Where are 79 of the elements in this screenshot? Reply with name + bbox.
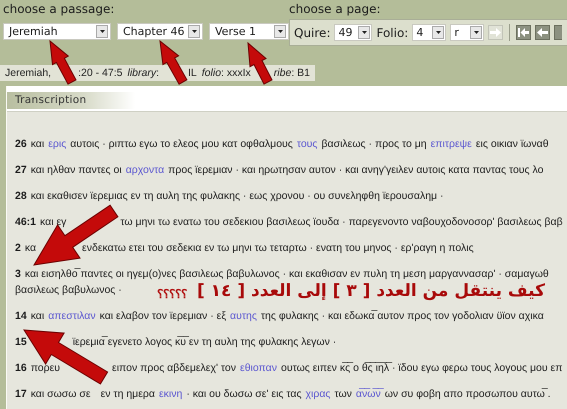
variant-word: επιτρεψε	[430, 137, 472, 152]
verse-number: 46:1	[15, 215, 36, 230]
first-page-icon	[518, 28, 530, 37]
caption-text: كيف ينتقل من العدد [ ٣ ] إلى العدد [ ١٤ ]	[196, 283, 545, 300]
info-label: ribe	[274, 67, 292, 79]
verse-number: 3	[15, 267, 21, 282]
arrow	[159, 40, 188, 85]
verse-text: και εγ	[40, 215, 66, 230]
verse-text: της φυλακης · και εδωκα̅ αυτον προς τον γοδολιαν ϋϊον αχικα	[260, 309, 544, 324]
verse-text: εν τη ημερα	[100, 387, 155, 402]
verse-number: 17	[15, 387, 27, 402]
verse-text: εις οικιαν ϊωναθ	[476, 137, 549, 152]
verse-text: και	[30, 309, 44, 324]
verse-text: και ελαβον τον ϊερεμιαν · εξ	[100, 309, 226, 324]
verse-text: προς ϊερεμιαν · και ηρωτησαν αυτον · και ανηγ'γειλεν αυτοις κατα παντας τους λο	[168, 163, 544, 178]
verse-text: τω μηνι τω ενατω του σεδεκιου βασιλεως ϊουδα · παρεγενοντο ναβουχοδονοσορ' βασιλεως βαβ	[120, 215, 563, 230]
variant-word: εθιοπαν	[240, 361, 277, 376]
verse-number: 27	[15, 163, 27, 178]
info-text: : B1	[291, 67, 310, 79]
verse-text: · και ου δωσω σε' εις τας	[186, 387, 302, 402]
arrow	[49, 40, 77, 85]
info-text: :20 - 47:5	[78, 67, 122, 79]
arrow-left-icon	[537, 28, 548, 37]
caret-icon	[100, 30, 104, 33]
verse-text: βασιλεως · προς το μη	[322, 137, 427, 152]
dropdown[interactable]: Jeremiah	[3, 23, 111, 40]
verse-text: και εισηλθο̅ παντες οι ηγεμ(ο)νες βασιλεως βαβυλωνος · και εκαθισαν εν πυλη τη μεση μαργαννασαρ' · σαμαγωθ	[24, 267, 549, 282]
caret-icon	[362, 31, 367, 34]
first-page-button[interactable]	[516, 25, 532, 40]
dropdown[interactable]: 49	[334, 24, 372, 41]
caret-icon	[436, 31, 441, 34]
arrow-right-icon	[490, 28, 502, 37]
variant-word: ερις	[48, 137, 66, 152]
verse-text: πορευ	[30, 361, 60, 376]
field-label: Quire:	[294, 26, 330, 40]
info-label: library	[127, 67, 156, 79]
dropdown[interactable]: Chapter 46	[117, 23, 203, 40]
dropdown[interactable]: Verse 1	[209, 23, 289, 40]
verse-text: των	[334, 387, 352, 402]
field-label: Folio:	[376, 26, 408, 40]
verse-text: ουτως ειπεν κ̅ς̅ ο θ̅ς̅ ι̅η̅λ̅ · ϊδου εγω φερω τους λογους μου επ	[280, 361, 562, 376]
info-label: folio	[202, 67, 222, 79]
verse-text: ων συ φοβη απο προσωπου αυτω̅ .	[384, 387, 551, 402]
variant-word: χιρας	[306, 387, 330, 402]
verse-text: και	[30, 137, 44, 152]
verse-text: και εκαθισεν ϊερεμιας εν τη αυλη της φυλακης · εως χρονου · ου συνεληφθη ϊερουσαλημ ·	[30, 189, 444, 204]
verse-number: 15	[15, 335, 27, 350]
caret-icon	[278, 30, 282, 33]
variant-word: απεστιλαν	[48, 309, 96, 324]
verse-text: ενδεκατω ετει του σεδεκια εν τω μηνι τω τεταρτω · ενατη του μηνος · ερ'ραγη η πολις	[82, 241, 474, 256]
verse-text: και ηλθαν παντες οι	[30, 163, 122, 178]
section-label: choose a passage:	[3, 1, 116, 18]
info-text: : xxxIx	[221, 67, 251, 79]
verse-text: ϊερεμια̅ εγενετο λογος κ̅υ̅ εν τη αυλη της φυλακης λεγων ·	[72, 335, 336, 350]
verse-text: και σωσω σε	[30, 387, 91, 402]
verse-number: 16	[15, 361, 27, 376]
verse-number: 28	[15, 189, 27, 204]
verse-text: αυτοις · ριπτω εγω το ελεος μου κατ οφθαλμους	[70, 137, 293, 152]
verse-number: 14	[15, 309, 27, 324]
caret-icon	[192, 30, 196, 33]
variant-word: αρχοντα	[126, 163, 164, 178]
info-text: IL	[188, 67, 197, 79]
caret-icon	[474, 31, 479, 34]
variant-word: εκινη	[158, 387, 182, 402]
question-marks: ؟؟؟؟؟	[156, 288, 187, 300]
previous-page-button[interactable]	[535, 25, 550, 40]
dropdown[interactable]: 4	[412, 24, 446, 41]
variant-word: τους	[296, 137, 318, 152]
variant-word: αυτης	[230, 309, 257, 324]
info-text: :	[156, 67, 159, 79]
section-label: choose a page:	[289, 1, 382, 18]
verse-number: 2	[15, 241, 21, 256]
verse-text: κα	[24, 241, 36, 256]
verse-text: ειπον προς αβδεμελεχ' τον	[112, 361, 236, 376]
info-text: Jeremiah,	[5, 67, 52, 79]
next-page-button[interactable]	[554, 25, 562, 40]
verse-text: βασιλεως βαβυλωνος ·	[15, 283, 122, 298]
verse-number: 26	[15, 137, 27, 152]
dropdown[interactable]: r	[450, 24, 484, 41]
